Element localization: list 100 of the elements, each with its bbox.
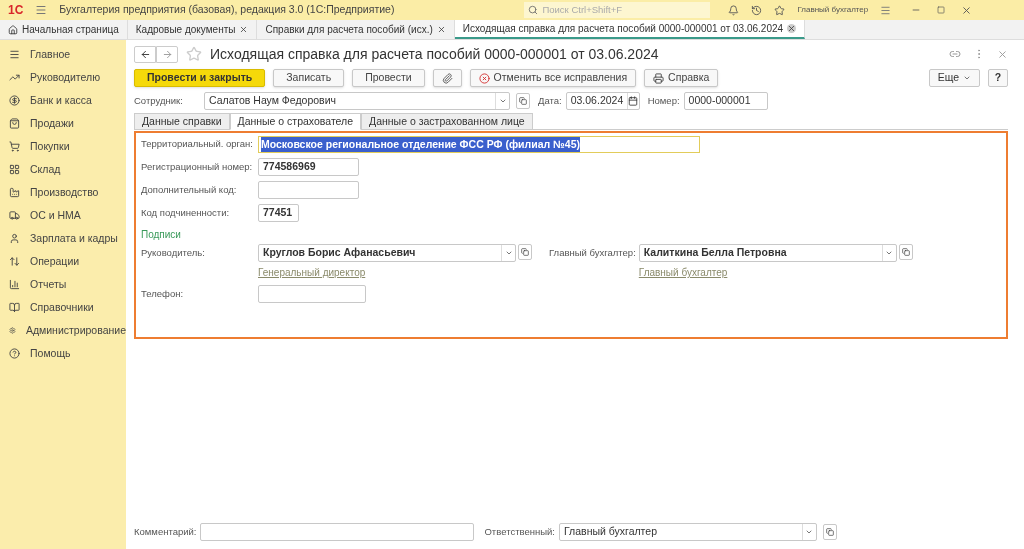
sidebar-item[interactable]: Зарплата и кадры bbox=[0, 227, 126, 250]
more-button[interactable]: Еще bbox=[928, 69, 980, 87]
field-label: Код подчиненности: bbox=[141, 205, 231, 220]
bag-icon bbox=[9, 118, 20, 129]
input-field[interactable]: 77451 bbox=[258, 204, 299, 222]
cancel-icon bbox=[478, 72, 490, 84]
sidebar-item[interactable]: Продажи bbox=[0, 112, 126, 135]
field-label: Дата: bbox=[538, 93, 562, 108]
field-label: Территориальный. орган: bbox=[141, 137, 254, 152]
toolbar-button[interactable]: Провести bbox=[352, 69, 425, 87]
book-icon bbox=[9, 302, 20, 313]
open-button[interactable] bbox=[898, 244, 913, 260]
window-tab[interactable]: Исходящая справка для расчета пособий 0000-000001 от 03.06.2024 bbox=[454, 20, 806, 39]
caret-icon bbox=[498, 97, 507, 105]
toolbar-button[interactable]: Провести и закрыть bbox=[134, 69, 266, 87]
field-label: Руководитель: bbox=[141, 246, 206, 260]
search-icon bbox=[528, 5, 539, 15]
printer-icon bbox=[653, 72, 665, 84]
input-field[interactable]: Главный бухгалтер bbox=[559, 523, 817, 541]
grid-icon bbox=[9, 164, 20, 175]
history-icon[interactable] bbox=[751, 4, 763, 16]
input-field[interactable]: Салатов Наум Федорович bbox=[204, 92, 510, 110]
calendar-icon bbox=[628, 96, 639, 106]
sidebar-item[interactable]: Администрирование bbox=[0, 319, 126, 342]
input-field[interactable]: 774586969 bbox=[258, 158, 359, 176]
position-link[interactable]: Генеральный директор bbox=[258, 265, 366, 280]
open-button[interactable] bbox=[516, 93, 530, 109]
help-button[interactable]: ? bbox=[988, 69, 1008, 87]
input-field[interactable]: Круглов Борис Афанасьевич bbox=[258, 244, 516, 262]
field-label: Ответственный: bbox=[484, 524, 555, 539]
sidebar-item[interactable]: Главное bbox=[0, 43, 126, 66]
sidebar-item[interactable]: Руководителю bbox=[0, 66, 126, 89]
copy-icon bbox=[826, 528, 834, 536]
window-tab[interactable]: Кадровые документы bbox=[127, 20, 258, 39]
close-icon[interactable] bbox=[239, 25, 249, 34]
selected-text: Московское региональное отделение ФСС РФ (филиал №45) bbox=[261, 136, 580, 153]
window-tab[interactable]: Справки для расчета пособий (исх.) bbox=[257, 20, 455, 39]
back-button[interactable] bbox=[134, 45, 156, 63]
truck-icon bbox=[9, 210, 20, 221]
input-field[interactable]: 03.06.2024 bbox=[565, 92, 640, 110]
attach-button[interactable] bbox=[432, 69, 462, 87]
star-icon[interactable] bbox=[774, 4, 786, 16]
bell-icon[interactable] bbox=[728, 4, 740, 16]
open-button[interactable] bbox=[823, 524, 837, 540]
form-tab[interactable]: Данные справки bbox=[134, 113, 230, 130]
input-field[interactable] bbox=[258, 285, 366, 303]
copy-icon bbox=[519, 97, 527, 105]
field-label: Номер: bbox=[647, 93, 680, 108]
menu-icon bbox=[9, 49, 20, 60]
link-icon[interactable] bbox=[949, 48, 961, 60]
sidebar-item[interactable]: Производство bbox=[0, 181, 126, 204]
form-tab[interactable]: Данные о страхователе bbox=[229, 113, 362, 130]
input-field[interactable] bbox=[200, 523, 475, 541]
arrow-right-icon bbox=[161, 48, 173, 60]
factory-icon bbox=[9, 187, 20, 198]
arrows-icon bbox=[9, 256, 20, 267]
field-label: Комментарий: bbox=[134, 524, 197, 539]
close-icon[interactable] bbox=[961, 4, 973, 16]
position-link[interactable]: Главный бухгалтер bbox=[638, 265, 728, 280]
person-icon bbox=[9, 233, 20, 244]
coin-icon bbox=[9, 95, 20, 106]
app-logo: 1С bbox=[8, 2, 24, 19]
close-icon[interactable] bbox=[787, 24, 797, 33]
close-icon[interactable] bbox=[436, 25, 446, 34]
sidebar-item[interactable]: Склад bbox=[0, 158, 126, 181]
calendar-button[interactable] bbox=[627, 93, 639, 109]
sidebar-item[interactable]: Операции bbox=[0, 250, 126, 273]
sidebar-item[interactable]: Покупки bbox=[0, 135, 126, 158]
window-tab[interactable]: Начальная страница bbox=[0, 20, 128, 39]
help-icon bbox=[9, 348, 20, 359]
copy-icon bbox=[521, 248, 529, 256]
field-label: Дополнительный код: bbox=[141, 182, 238, 197]
bar-chart-icon bbox=[9, 279, 20, 290]
field-label: Телефон: bbox=[141, 286, 185, 301]
toolbar-button[interactable]: Справка bbox=[644, 69, 719, 87]
document-title: Исходящая справка для расчета пособий 0000-000001 от 03.06.2024 bbox=[210, 44, 659, 64]
field-label: Регистрационный номер: bbox=[141, 159, 254, 174]
open-button[interactable] bbox=[518, 244, 532, 260]
sidebar-item[interactable]: Банк и касса bbox=[0, 89, 126, 112]
menu-icon[interactable] bbox=[880, 4, 892, 16]
input-field[interactable] bbox=[258, 181, 359, 199]
copy-icon bbox=[901, 248, 910, 256]
sidebar-item[interactable]: Помощь bbox=[0, 342, 126, 365]
maximize-icon[interactable] bbox=[937, 6, 946, 14]
paperclip-icon bbox=[441, 72, 453, 84]
arrow-left-icon bbox=[139, 48, 151, 60]
input-field[interactable]: Московское региональное отделение ФСС РФ (филиал №45) bbox=[258, 136, 700, 153]
input-field[interactable]: 0000-000001 bbox=[683, 92, 768, 110]
field-label: Сотрудник: bbox=[134, 93, 184, 108]
toolbar-button[interactable]: Записать bbox=[273, 69, 345, 87]
trend-icon bbox=[9, 72, 20, 83]
form-tab[interactable]: Данные о застрахованном лице bbox=[361, 113, 533, 130]
toolbar-button[interactable]: Отменить все исправления bbox=[469, 69, 637, 87]
field-label: Главный бухгалтер: bbox=[549, 246, 636, 260]
sidebar-item[interactable]: ОС и НМА bbox=[0, 204, 126, 227]
sidebar-item[interactable]: Отчеты bbox=[0, 273, 126, 296]
user-name[interactable]: Главный бухгалтер bbox=[797, 4, 869, 16]
sidebar-item[interactable]: Справочники bbox=[0, 296, 126, 319]
input-field[interactable]: Калиткина Белла Петровна bbox=[638, 244, 897, 262]
menu-icon[interactable] bbox=[35, 4, 48, 16]
